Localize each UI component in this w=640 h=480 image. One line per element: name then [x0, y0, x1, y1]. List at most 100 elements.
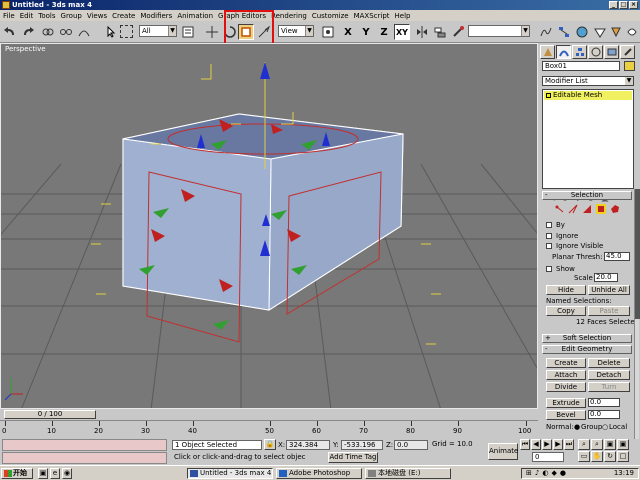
- menu-maxscript[interactable]: MAXScript: [354, 12, 390, 20]
- qq-icon[interactable]: ●: [560, 469, 566, 478]
- object-name-field[interactable]: Box01: [542, 61, 620, 71]
- create-button[interactable]: Create: [546, 358, 586, 368]
- current-frame-field[interactable]: 0: [532, 452, 564, 462]
- mirror-icon[interactable]: [414, 24, 430, 40]
- y-coord-field[interactable]: -533.196: [341, 440, 383, 450]
- create-tab-icon[interactable]: [540, 45, 555, 59]
- hide-button[interactable]: Hide: [546, 285, 586, 295]
- motion-tab-icon[interactable]: [588, 45, 603, 59]
- goto-start-icon[interactable]: ⏮: [520, 439, 530, 450]
- ignore-visible-checkbox[interactable]: [546, 243, 552, 249]
- goto-end-icon[interactable]: ⏭: [564, 439, 574, 450]
- extrude-spinner[interactable]: 0.0: [588, 398, 620, 407]
- paste-button[interactable]: Paste: [588, 306, 630, 316]
- z-coord-field[interactable]: 0.0: [394, 440, 428, 450]
- schematic-view-icon[interactable]: [556, 24, 572, 40]
- prev-frame-icon[interactable]: ◀: [531, 439, 541, 450]
- maxscript-listener-mini[interactable]: [2, 439, 167, 451]
- normal-local-radio[interactable]: ○: [602, 423, 608, 431]
- maximize-viewport-icon[interactable]: □: [617, 451, 629, 462]
- media-icon[interactable]: ◉: [62, 468, 72, 479]
- select-link-icon[interactable]: [40, 24, 56, 40]
- lock-selection-icon[interactable]: 🔒: [264, 439, 276, 450]
- modifier-list-dropdown[interactable]: Modifier List ▼: [542, 76, 634, 86]
- selection-filter-dropdown[interactable]: All ▼: [139, 25, 177, 37]
- polygon-icon[interactable]: [596, 204, 606, 214]
- array-icon[interactable]: [450, 24, 466, 40]
- start-button[interactable]: 开始: [1, 468, 33, 479]
- menu-modifiers[interactable]: Modifiers: [140, 12, 172, 20]
- redo-icon[interactable]: [20, 24, 36, 40]
- edit-geometry-rollout[interactable]: - Edit Geometry: [542, 345, 632, 354]
- zoom-icon[interactable]: ⌕: [578, 439, 590, 450]
- material-editor-icon[interactable]: [574, 24, 590, 40]
- align-icon[interactable]: [432, 24, 448, 40]
- task-3dsmax[interactable]: Untitled - 3ds max 4: [187, 468, 273, 479]
- restrict-xy-button[interactable]: XY: [394, 24, 410, 40]
- zoom-extents-all-icon[interactable]: ▣: [617, 439, 629, 450]
- utilities-tab-icon[interactable]: [620, 45, 635, 59]
- reference-coord-dropdown[interactable]: View ▼: [278, 25, 314, 37]
- menu-help[interactable]: Help: [395, 12, 411, 20]
- track-view-icon[interactable]: [538, 24, 554, 40]
- track-bar[interactable]: 0 10 20 30 40 50 60 70 80 90 100: [0, 420, 538, 439]
- command-panel-scrollbar[interactable]: [634, 189, 640, 439]
- hierarchy-tab-icon[interactable]: [572, 45, 587, 59]
- extrude-button[interactable]: Extrude: [546, 398, 586, 408]
- restrict-y-button[interactable]: Y: [358, 24, 374, 40]
- minimize-button[interactable]: _: [609, 1, 618, 9]
- zoom-extents-icon[interactable]: ▣: [604, 439, 616, 450]
- select-object-icon[interactable]: [104, 24, 120, 40]
- turn-button[interactable]: Turn: [588, 382, 630, 392]
- input-method-icon[interactable]: ◐: [542, 469, 548, 478]
- menu-views[interactable]: Views: [87, 12, 107, 20]
- viewport-label[interactable]: Perspective: [5, 45, 46, 53]
- maxscript-listener-mini-2[interactable]: [2, 452, 167, 464]
- restrict-x-button[interactable]: X: [340, 24, 356, 40]
- by-vertex-checkbox[interactable]: [546, 222, 552, 228]
- region-zoom-icon[interactable]: ▭: [578, 451, 590, 462]
- pan-icon[interactable]: ✋: [591, 451, 603, 462]
- undo-icon[interactable]: [2, 24, 18, 40]
- unlink-icon[interactable]: [58, 24, 74, 40]
- menu-group[interactable]: Group: [61, 12, 82, 20]
- menu-edit[interactable]: Edit: [20, 12, 34, 20]
- display-tab-icon[interactable]: [604, 45, 619, 59]
- select-region-icon[interactable]: [120, 25, 133, 38]
- next-frame-icon[interactable]: ▶: [553, 439, 563, 450]
- bevel-button[interactable]: Bevel: [546, 410, 586, 420]
- menu-tools[interactable]: Tools: [38, 12, 55, 20]
- pivot-center-icon[interactable]: [320, 24, 336, 40]
- task-local-disk[interactable]: 本地磁盘 (E:): [365, 468, 451, 479]
- show-normals-checkbox[interactable]: [546, 266, 552, 272]
- menu-file[interactable]: File: [3, 12, 15, 20]
- vertex-icon[interactable]: [554, 204, 564, 214]
- quick-render-icon[interactable]: [608, 24, 624, 40]
- scrollbar-thumb[interactable]: [635, 189, 640, 319]
- soft-selection-rollout[interactable]: + Soft Selection: [542, 334, 632, 343]
- attach-button[interactable]: Attach: [546, 370, 586, 380]
- edge-icon[interactable]: [568, 204, 578, 214]
- render-type-icon[interactable]: [624, 24, 640, 40]
- face-icon[interactable]: [582, 204, 592, 214]
- delete-button[interactable]: Delete: [588, 358, 630, 368]
- show-desktop-icon[interactable]: ▣: [38, 468, 48, 479]
- perspective-viewport[interactable]: Perspective: [0, 43, 538, 409]
- modify-tab-icon[interactable]: [556, 45, 571, 59]
- light-bulb-icon[interactable]: [546, 93, 551, 98]
- add-time-tag-button[interactable]: Add Time Tag: [328, 452, 378, 463]
- zoom-all-icon[interactable]: ⌕: [591, 439, 603, 450]
- close-button[interactable]: ×: [629, 1, 638, 9]
- menu-create[interactable]: Create: [112, 12, 135, 20]
- selection-rollout[interactable]: - Selection: [542, 191, 632, 200]
- detach-button[interactable]: Detach: [588, 370, 630, 380]
- arc-rotate-icon[interactable]: ↻: [604, 451, 616, 462]
- copy-button[interactable]: Copy: [546, 306, 586, 316]
- x-coord-field[interactable]: 324.384: [286, 440, 330, 450]
- bevel-spinner[interactable]: 0.0: [588, 410, 620, 419]
- task-photoshop[interactable]: Adobe Photoshop: [276, 468, 362, 479]
- animate-button[interactable]: Animate: [488, 443, 518, 460]
- named-selection-dropdown[interactable]: ▼: [468, 25, 530, 37]
- browser-icon[interactable]: e: [50, 468, 60, 479]
- normal-group-radio[interactable]: ●: [574, 423, 580, 431]
